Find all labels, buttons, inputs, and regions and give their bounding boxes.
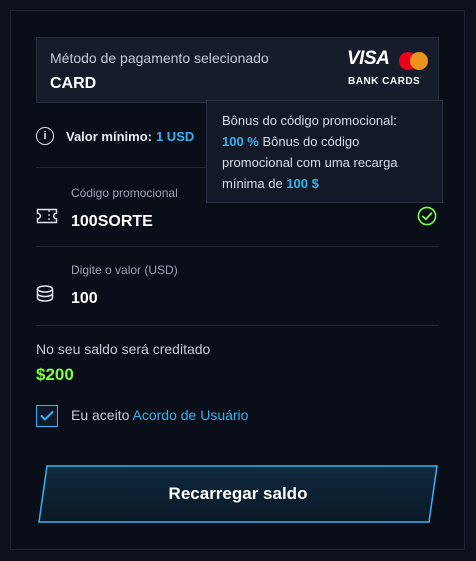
tooltip-body: 100 % Bônus do código promocional com um… <box>222 131 430 194</box>
promo-code-label: Código promocional <box>71 186 178 200</box>
coins-icon <box>36 285 54 302</box>
amount-input[interactable]: 100 <box>71 290 98 308</box>
minimum-amount-row: i Valor mínimo: 1 USD <box>36 125 194 147</box>
payment-method-value: CARD <box>50 75 97 92</box>
recharge-button-label: Recarregar saldo <box>168 484 308 503</box>
credit-value: $200 <box>36 365 74 384</box>
visa-logo: VISA <box>347 48 390 69</box>
agreement-checkbox[interactable] <box>36 405 58 427</box>
credit-label: No seu saldo será creditado <box>36 341 211 357</box>
minimum-value: 1 USD <box>155 128 195 144</box>
agreement-prefix: Eu aceito <box>71 407 130 423</box>
payment-method-label: Método de pagamento selecionado <box>50 50 269 66</box>
divider <box>36 325 439 326</box>
agreement-text: Eu aceito Acordo de Usuário <box>71 407 248 423</box>
check-circle-icon <box>417 206 437 226</box>
amount-label: Digite o valor (USD) <box>71 263 178 277</box>
checkmark-icon <box>40 411 54 421</box>
tooltip-amount: 100 $ <box>286 176 319 191</box>
recharge-button[interactable]: Recarregar saldo <box>36 464 440 524</box>
promo-code-input[interactable]: 100SORTE <box>71 213 153 231</box>
payment-method-selector[interactable]: Método de pagamento selecionado CARD VIS… <box>36 37 439 103</box>
ticket-icon <box>36 208 58 224</box>
info-icon[interactable]: i <box>36 127 54 145</box>
tooltip-title: Bônus do código promocional: <box>222 113 397 128</box>
promo-bonus-tooltip: Bônus do código promocional: 100 % Bônus… <box>206 100 443 203</box>
mastercard-logo <box>399 52 429 70</box>
tooltip-percent: 100 % <box>222 134 259 149</box>
minimum-label: Valor mínimo: <box>66 128 152 144</box>
bank-cards-caption: BANK CARDS <box>348 76 421 87</box>
user-agreement-link[interactable]: Acordo de Usuário <box>133 407 249 423</box>
divider <box>36 246 439 247</box>
